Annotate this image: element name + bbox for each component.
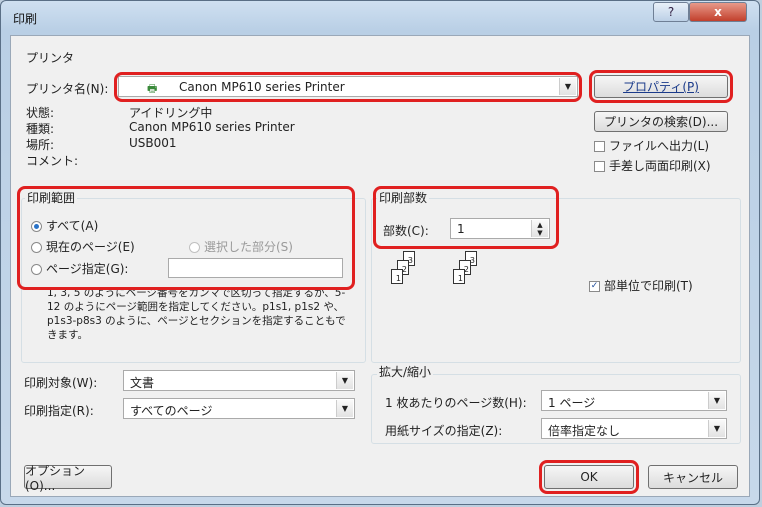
range-pages-radio[interactable] [31, 264, 42, 275]
manual-duplex-checkbox[interactable] [594, 161, 605, 172]
range-all-option[interactable]: すべて(A) [31, 217, 98, 234]
range-all-radio[interactable] [31, 221, 42, 232]
chevron-down-icon[interactable]: ▼ [336, 400, 353, 417]
properties-button[interactable]: プロパティ(P) [594, 75, 728, 98]
print-to-file-option[interactable]: ファイルへ出力(L) [594, 137, 709, 154]
comment-label: コメント: [26, 154, 79, 168]
range-pages-option[interactable]: ページ指定(G): [31, 260, 128, 277]
location-value: USB001 [129, 136, 177, 150]
collate-illustration: 3 2 1 [389, 251, 429, 301]
range-pages-label: ページ指定(G): [46, 262, 129, 276]
copies-group-label: 印刷部数 [377, 189, 430, 206]
manual-duplex-label: 手差し両面印刷(X) [609, 159, 711, 173]
collate-illustration-2: 3 2 1 [451, 251, 491, 301]
help-button[interactable]: ? [653, 2, 689, 22]
chevron-down-icon[interactable]: ▼ [708, 420, 725, 437]
scale-select[interactable]: 倍率指定なし ▼ [541, 418, 727, 439]
close-button[interactable]: x [689, 2, 747, 22]
print-what-value: 文書 [130, 376, 155, 390]
page-icon: 1 [453, 269, 465, 284]
pages-per-sheet-label: 1 枚あたりのページ数(H): [385, 396, 527, 410]
copies-count-label: 部数(C): [383, 224, 429, 238]
page-range-input[interactable] [168, 258, 343, 278]
print-to-file-checkbox[interactable] [594, 141, 605, 152]
range-current-radio[interactable] [31, 242, 42, 253]
copies-spinner[interactable]: 1 ▲ ▼ [450, 218, 550, 239]
print-range-label: 印刷範囲 [25, 189, 78, 206]
scale-label: 用紙サイズの指定(Z): [385, 424, 503, 438]
print-to-file-label: ファイルへ出力(L) [609, 139, 710, 153]
chevron-down-icon[interactable]: ▼ [336, 372, 353, 389]
type-label: 種類: [26, 122, 55, 136]
print-dialog: 印刷 ? x プリンタ プリンタ名(N): 🖶 Canon MP610 seri… [0, 0, 760, 505]
title-bar[interactable]: 印刷 ? x [1, 1, 759, 35]
range-current-option[interactable]: 現在のページ(E) [31, 238, 135, 255]
printer-name-value: Canon MP610 series Printer [179, 80, 345, 94]
pages-per-sheet-select[interactable]: 1 ページ ▼ [541, 390, 727, 411]
print-pages-value: すべてのページ [130, 404, 213, 418]
print-pages-label: 印刷指定(R): [24, 404, 94, 418]
range-selection-label: 選択した部分(S) [204, 240, 293, 254]
manual-duplex-option[interactable]: 手差し両面印刷(X) [594, 157, 711, 174]
collate-option[interactable]: ✓ 部単位で印刷(T) [589, 277, 693, 294]
printer-group-label: プリンタ [26, 51, 75, 65]
dialog-body: プリンタ プリンタ名(N): 🖶 Canon MP610 series Prin… [10, 35, 750, 497]
copies-count-value: 1 [457, 222, 465, 236]
spinner-arrows-icon[interactable]: ▲ ▼ [531, 220, 548, 237]
status-label: 状態: [26, 106, 55, 120]
type-value: Canon MP610 series Printer [129, 120, 295, 134]
print-what-label: 印刷対象(W): [24, 376, 98, 390]
options-button[interactable]: オプション(O)... [24, 464, 112, 493]
printer-name-select[interactable]: 🖶 Canon MP610 series Printer ▼ [118, 76, 578, 97]
chevron-down-icon[interactable]: ▼ [559, 78, 576, 95]
cancel-button[interactable]: キャンセル [648, 465, 738, 489]
page-icon: 1 [391, 269, 403, 284]
ok-button[interactable]: OK [544, 465, 634, 489]
pages-per-sheet-value: 1 ページ [548, 396, 596, 410]
find-printer-button[interactable]: プリンタの検索(D)... [594, 111, 728, 132]
range-current-label: 現在のページ(E) [46, 240, 135, 254]
scale-value: 倍率指定なし [548, 424, 621, 438]
location-label: 場所: [26, 138, 55, 152]
collate-checkbox[interactable]: ✓ [589, 281, 600, 292]
zoom-group-label: 拡大/縮小 [377, 363, 434, 380]
printer-icon: 🖶 [147, 82, 158, 95]
chevron-down-icon[interactable]: ▼ [708, 392, 725, 409]
page-range-hint: 1, 3, 5 のようにページ番号をカンマで区切って指定するか、5-12 のよう… [47, 287, 346, 341]
collate-label: 部単位で印刷(T) [604, 279, 693, 293]
print-pages-select[interactable]: すべてのページ ▼ [123, 398, 355, 419]
range-selection-radio [189, 242, 200, 253]
range-selection-option: 選択した部分(S) [189, 238, 293, 255]
range-all-label: すべて(A) [46, 219, 99, 233]
status-value: アイドリング中 [129, 106, 213, 120]
print-what-select[interactable]: 文書 ▼ [123, 370, 355, 391]
printer-name-label: プリンタ名(N): [26, 82, 109, 96]
window-title: 印刷 [13, 12, 38, 26]
